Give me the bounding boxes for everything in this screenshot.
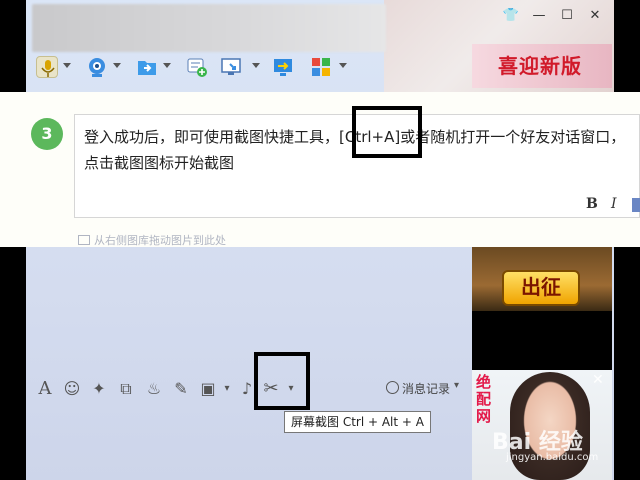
- chevron-down-icon[interactable]: [339, 63, 347, 68]
- add-contact-icon[interactable]: [186, 56, 208, 78]
- ad-separator: [472, 311, 612, 370]
- emoji-icon[interactable]: ☺: [63, 379, 81, 399]
- bold-button[interactable]: B: [586, 196, 598, 212]
- file-transfer-icon[interactable]: [136, 56, 158, 78]
- skin-icon[interactable]: 👕: [502, 8, 520, 24]
- screenshot-highlight-box: [254, 352, 310, 410]
- chevron-down-icon[interactable]: [113, 63, 121, 68]
- chevron-down-icon[interactable]: ▾: [454, 380, 459, 391]
- apps-grid-icon[interactable]: [310, 56, 332, 78]
- window-shake-icon[interactable]: ⧉: [117, 379, 135, 399]
- step-number-badge: 3: [31, 118, 63, 150]
- drop-image-hint: 从右侧图库拖动图片到此处: [78, 232, 226, 248]
- clock-icon: [386, 381, 399, 394]
- banner-text: 喜迎新版: [498, 54, 582, 78]
- image-icon: [78, 235, 90, 245]
- italic-button[interactable]: I: [611, 196, 617, 212]
- format-more-icon[interactable]: [632, 198, 640, 212]
- chevron-down-icon[interactable]: [63, 63, 71, 68]
- maximize-button[interactable]: ☐: [558, 8, 576, 24]
- microphone-icon[interactable]: [36, 56, 58, 78]
- edit-icon[interactable]: ✎: [172, 379, 190, 399]
- voice-message-icon[interactable]: ♨: [145, 379, 163, 399]
- close-button[interactable]: ✕: [586, 8, 604, 24]
- screenshot-tooltip: 屏幕截图 Ctrl + Alt + A: [284, 411, 431, 433]
- drop-image-hint-text: 从右侧图库拖动图片到此处: [94, 234, 226, 247]
- ad-close-icon[interactable]: ✕: [592, 372, 604, 388]
- chevron-down-icon[interactable]: ▾: [218, 379, 236, 399]
- share-screen-icon[interactable]: [272, 56, 294, 78]
- game-ad-button[interactable]: 出征: [502, 270, 580, 306]
- remote-desktop-icon[interactable]: [220, 56, 242, 78]
- magic-emoji-icon[interactable]: ✦: [90, 379, 108, 399]
- watermark-url: jingyan.baidu.com: [506, 452, 599, 463]
- webcam-icon[interactable]: [86, 56, 108, 78]
- screenshot-root: 👕 — ☐ ✕ 喜迎新版 3 登入成功后，即可使用截图快捷工具，[Ctrl+A]…: [0, 0, 640, 480]
- side-banner-ad[interactable]: 喜迎新版: [472, 44, 612, 88]
- contact-name-blurred: [32, 4, 386, 52]
- chevron-down-icon[interactable]: [252, 63, 260, 68]
- minimize-button[interactable]: —: [530, 8, 548, 24]
- send-image-icon[interactable]: ▣: [199, 379, 217, 399]
- photo-ad-logo: 绝配网: [476, 373, 492, 425]
- font-icon[interactable]: A: [36, 379, 54, 399]
- history-button[interactable]: 消息记录: [402, 380, 450, 397]
- ctrl-a-highlight-box: [352, 106, 422, 158]
- chevron-down-icon[interactable]: [163, 63, 171, 68]
